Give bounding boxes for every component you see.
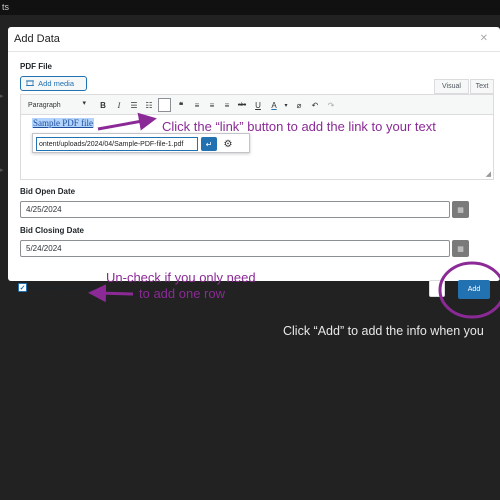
annotation-overlay — [88, 112, 500, 319]
arrow-to-continue-checkbox — [88, 284, 134, 303]
arrow-to-link-button — [97, 112, 157, 131]
add-button-circle — [438, 261, 500, 319]
